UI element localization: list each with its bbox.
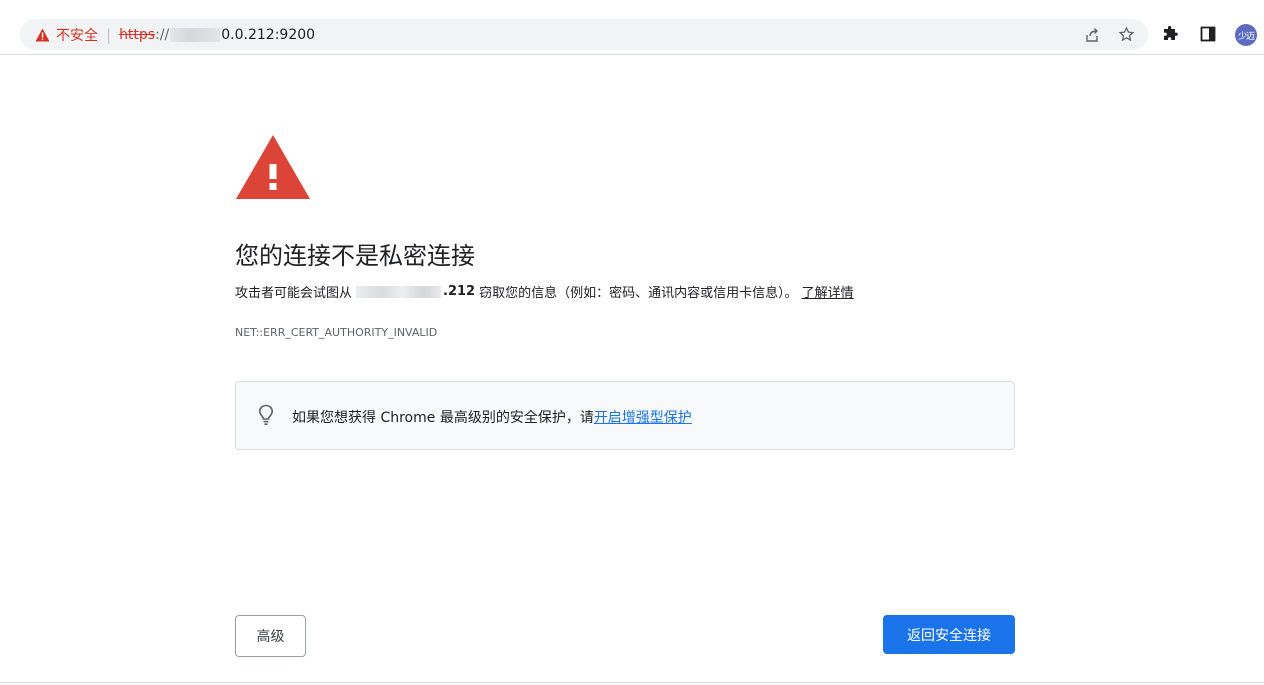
lightbulb-icon: [258, 404, 274, 426]
browser-toolbar: 不安全 | https :// 0.0.212:9200 少迈: [0, 0, 1264, 55]
not-secure-warning-icon[interactable]: [35, 28, 50, 42]
warning-description: 攻击者可能会试图从 .212 窃取您的信息（例如：密码、通讯内容或信用卡信息）。…: [235, 282, 854, 301]
address-bar[interactable]: 不安全 | https :// 0.0.212:9200: [20, 19, 1148, 50]
advanced-button[interactable]: 高级: [235, 615, 306, 657]
page-title: 您的连接不是私密连接: [235, 242, 475, 270]
enable-enhanced-protection-link[interactable]: 开启增强型保护: [594, 410, 692, 426]
bottom-divider: [0, 682, 1264, 683]
extensions-icon[interactable]: [1160, 23, 1180, 45]
description-rest: 窃取您的信息（例如：密码、通讯内容或信用卡信息）。: [479, 286, 798, 301]
share-icon[interactable]: [1082, 19, 1102, 50]
side-panel-icon[interactable]: [1198, 23, 1218, 45]
back-to-safety-button[interactable]: 返回安全连接: [883, 615, 1015, 654]
enhanced-protection-message: 如果您想获得 Chrome 最高级别的安全保护，请: [292, 410, 594, 426]
url-scheme: https: [119, 26, 156, 43]
bookmark-star-icon[interactable]: [1116, 19, 1136, 50]
redacted-host-segment: [170, 27, 221, 42]
description-prefix: 攻击者可能会试图从: [235, 286, 353, 301]
security-warning-icon: [235, 133, 311, 201]
enhanced-protection-banner: 如果您想获得 Chrome 最高级别的安全保护，请开启增强型保护: [235, 381, 1015, 450]
profile-avatar[interactable]: 少迈: [1235, 24, 1257, 46]
url-scheme-suffix: ://: [155, 26, 170, 43]
address-separator: |: [106, 25, 112, 44]
enhanced-protection-text: 如果您想获得 Chrome 最高级别的安全保护，请开启增强型保护: [292, 407, 692, 427]
not-secure-label[interactable]: 不安全: [56, 25, 98, 45]
learn-more-link[interactable]: 了解详情: [802, 282, 854, 301]
ip-suffix: .212: [443, 284, 476, 299]
url-host: 0.0.212:9200: [221, 26, 316, 43]
error-code: NET::ERR_CERT_AUTHORITY_INVALID: [235, 326, 438, 339]
redacted-ip-segment: [356, 285, 442, 298]
